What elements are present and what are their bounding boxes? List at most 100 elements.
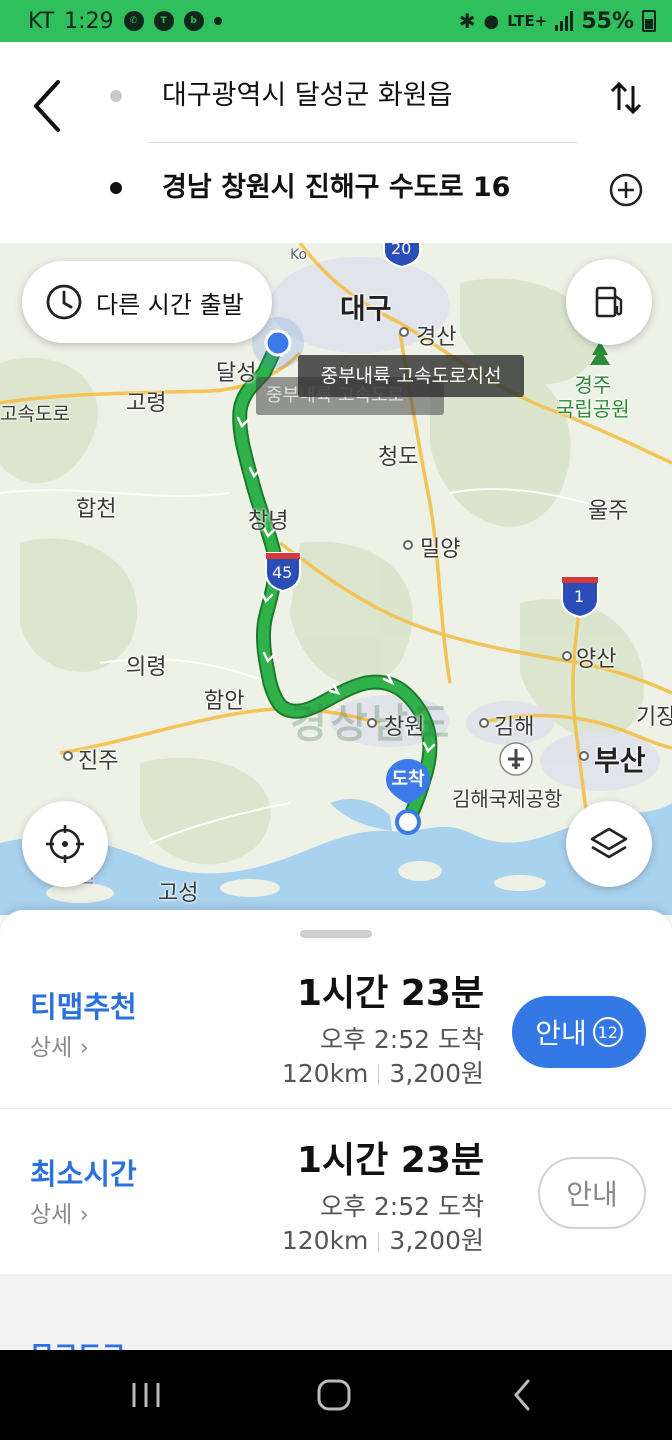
- map-label-hapcheon: 합천: [76, 497, 117, 522]
- route-toll: 3,200원: [389, 1059, 484, 1088]
- map-label-ulju: 울주: [588, 499, 629, 524]
- route-name: 티맵추천: [30, 990, 137, 1024]
- recent-apps-button[interactable]: [116, 1372, 176, 1418]
- band-icon: b: [183, 11, 204, 31]
- highway-1-label: 1: [574, 587, 585, 606]
- route-option-free-road[interactable]: 무료도로: [0, 1274, 672, 1350]
- depart-time-button[interactable]: 다른 시간 출발: [22, 261, 272, 343]
- back-button[interactable]: [28, 76, 72, 136]
- route-meta: 120km 3,200원: [282, 1054, 484, 1090]
- swap-arrows-icon: [610, 81, 642, 115]
- origin-input[interactable]: 대구광역시 달성군 화원읍: [148, 70, 578, 126]
- destination-marker-icon: [110, 182, 122, 194]
- home-icon: [317, 1379, 351, 1411]
- road-tooltip: 중부내륙 고속도로지선: [298, 355, 524, 397]
- chevron-right-icon: ›: [79, 1035, 89, 1061]
- route-detail-link[interactable]: 상세 ›: [30, 1028, 89, 1062]
- guide-label: 안내: [566, 1178, 618, 1211]
- route-duration: 1시간 23분: [296, 973, 484, 1014]
- network-label: LTE+: [507, 12, 548, 30]
- route-options-sheet[interactable]: 티맵추천 상세 › 1시간 23분 오후 2:52 도착 120km 3,200원…: [0, 910, 672, 1350]
- clock: 1:29: [64, 8, 114, 34]
- route-eta: 오후 2:52 도착: [319, 1025, 484, 1054]
- meta-separator: [378, 1232, 380, 1252]
- route-name: 무료도로: [30, 1336, 126, 1350]
- start-guidance-button[interactable]: 안내: [538, 1157, 646, 1229]
- status-bar: KT 1:29 ✆ T b ✱ ● LTE+ 55%: [0, 0, 672, 42]
- map-label-jinju: 진주: [78, 749, 119, 774]
- route-map[interactable]: 20 45 1 성주 Ko 대구 경산 달성 고령 고속도로 청도 경주 국립공…: [0, 243, 672, 915]
- chevron-left-icon: [34, 80, 60, 132]
- map-label-gyeongsangnamdo: 경상남도: [290, 701, 454, 747]
- route-header: 대구광역시 달성군 화원읍 경남 창원시 진해구 수도로 16: [0, 42, 672, 243]
- route-option-fastest[interactable]: 최소시간 상세 › 1시간 23분 오후 2:52 도착 120km 3,200원…: [0, 1108, 672, 1274]
- clock-icon: [46, 284, 82, 320]
- map-label-ko: Ko: [290, 247, 308, 263]
- map-label-gimhae: 김해: [494, 715, 535, 740]
- home-button[interactable]: [304, 1372, 364, 1418]
- back-nav-button[interactable]: [492, 1372, 552, 1418]
- highway-20-label: 20: [391, 243, 412, 258]
- recents-icon: [132, 1383, 160, 1407]
- route-distance: 120km: [281, 1059, 369, 1088]
- map-layers-button[interactable]: [566, 801, 652, 887]
- fuel-pump-icon: [595, 286, 623, 318]
- destination-input[interactable]: 경남 창원시 진해구 수도로 16: [148, 160, 578, 216]
- map-label-uiryeong: 의령: [126, 655, 167, 680]
- map-canvas: [0, 243, 672, 915]
- route-eta: 오후 2:52 도착: [319, 1192, 484, 1221]
- gas-station-button[interactable]: [566, 259, 652, 345]
- route-name: 최소시간: [30, 1157, 137, 1191]
- map-label-gyeongsan: 경산: [416, 325, 457, 350]
- map-label-goseong: 고성: [158, 881, 199, 906]
- bluetooth-icon: ✱: [458, 9, 476, 33]
- map-label-yangsan: 양산: [576, 647, 617, 672]
- highway-45-label: 45: [272, 563, 293, 582]
- add-waypoint-button[interactable]: [606, 170, 646, 210]
- location-icon: ●: [483, 10, 500, 32]
- map-label-gyeongju-park: 경주 국립공원: [556, 373, 630, 421]
- back-arrow-icon: [514, 1379, 530, 1411]
- swap-route-button[interactable]: [606, 78, 646, 118]
- layers-icon: [590, 827, 628, 859]
- chevron-right-icon: ›: [79, 1202, 89, 1228]
- map-label-daegu: 대구: [340, 292, 392, 325]
- map-label-miryang: 밀양: [420, 537, 461, 562]
- map-label-haman: 함안: [204, 689, 245, 714]
- map-label-changwon: 창원: [384, 715, 425, 740]
- map-label-expressway: 고속도로: [0, 403, 70, 425]
- arrival-label: 도착: [391, 769, 425, 790]
- depart-time-label: 다른 시간 출발: [96, 290, 244, 319]
- map-label-cheongdo: 청도: [378, 445, 419, 470]
- call-icon: ✆: [123, 11, 144, 31]
- map-label-dalseong: 달성: [216, 361, 257, 386]
- guide-count-badge: 12: [592, 1017, 623, 1047]
- meta-separator: [378, 1065, 380, 1085]
- system-nav-bar: [0, 1350, 672, 1440]
- map-label-airport: 김해국제공항: [452, 787, 563, 811]
- talk-icon: T: [153, 11, 174, 31]
- origin-marker-icon: [110, 90, 122, 102]
- map-label-gijang: 기장: [636, 705, 672, 730]
- route-detail-link[interactable]: 상세 ›: [30, 1195, 89, 1229]
- map-label-busan: 부산: [594, 744, 646, 777]
- guide-label: 안내: [535, 1017, 587, 1050]
- map-label-goryeong: 고령: [126, 391, 167, 416]
- plus-circle-icon: [609, 173, 643, 207]
- carrier-label: KT: [28, 8, 55, 34]
- notification-dot-icon: [213, 17, 222, 25]
- sheet-drag-handle[interactable]: [300, 930, 372, 938]
- route-duration: 1시간 23분: [296, 1140, 484, 1181]
- current-location-button[interactable]: [22, 801, 108, 887]
- route-toll: 3,200원: [389, 1226, 484, 1255]
- signal-icon: [555, 11, 574, 31]
- route-distance: 120km: [281, 1226, 369, 1255]
- arrival-point-icon: [395, 809, 421, 835]
- route-option-recommended[interactable]: 티맵추천 상세 › 1시간 23분 오후 2:52 도착 120km 3,200원…: [0, 942, 672, 1108]
- map-label-changnyeong: 창녕: [248, 509, 289, 534]
- divider: [148, 142, 578, 143]
- crosshair-icon: [46, 825, 84, 863]
- battery-icon: [642, 10, 656, 32]
- route-meta: 120km 3,200원: [282, 1221, 484, 1257]
- start-guidance-button[interactable]: 안내 12: [512, 996, 646, 1068]
